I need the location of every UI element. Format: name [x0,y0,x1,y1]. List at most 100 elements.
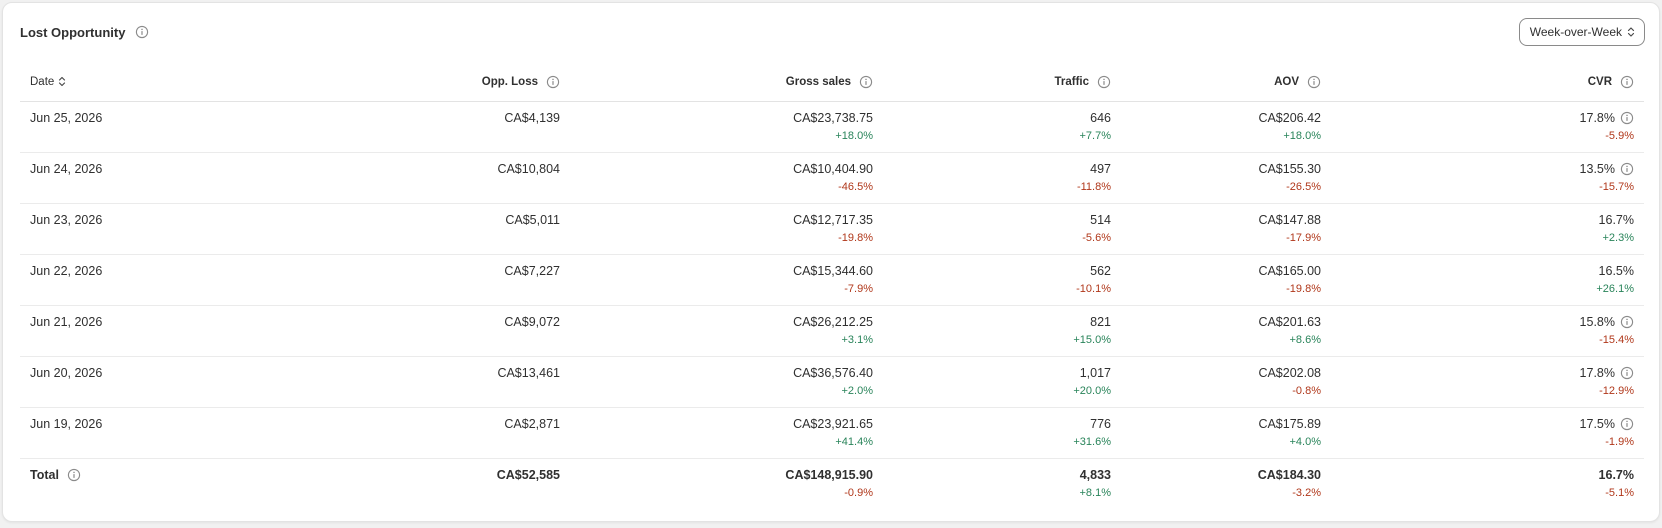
period-select-label: Week-over-Week [1529,25,1622,39]
row-aov: CA$155.30 [1258,161,1321,176]
aov-cell: CA$155.30 -26.5% [1121,152,1331,204]
card-header: Lost Opportunity Week-over-Week [20,17,1645,47]
cvr-cell: 16.5% +26.1% [1331,254,1644,306]
row-opp-loss: CA$4,139 [504,110,560,125]
table-row: Jun 19, 2026 CA$2,871 CA$23,921.65 +41.4… [20,407,1644,459]
column-header-gross-sales: Gross sales [570,63,883,102]
row-gross-sales-delta: +18.0% [835,129,873,142]
row-traffic-delta: -10.1% [1076,282,1111,295]
aov-cell: CA$206.42 +18.0% [1121,101,1331,153]
row-traffic: 497 [1090,161,1111,176]
lost-opportunity-table: Date Opp. Loss Gross sales Traffic AOV C… [20,63,1644,510]
info-icon[interactable] [546,75,560,89]
total-gross-sales-cell: CA$148,915.90 -0.9% [570,458,883,510]
column-header-label: Traffic [1054,75,1089,88]
total-opp-loss: CA$52,585 [496,467,560,482]
row-opp-loss: CA$13,461 [497,365,560,380]
total-gross-sales: CA$148,915.90 [785,467,873,482]
info-icon[interactable] [1620,75,1634,89]
total-row: Total CA$52,585 CA$148,915.90 -0.9% 4,83… [20,458,1644,510]
total-aov-cell: CA$184.30 -3.2% [1121,458,1331,510]
row-cvr: 16.5% [1598,263,1634,278]
row-cvr: 17.5% [1579,416,1615,431]
column-header-label: Gross sales [785,75,851,88]
aov-cell: CA$165.00 -19.8% [1121,254,1331,306]
row-opp-loss: CA$9,072 [504,314,560,329]
row-cvr: 15.8% [1579,314,1615,329]
row-cvr-wrap: 17.8% [1580,366,1634,381]
row-traffic: 776 [1090,416,1111,431]
cvr-cell: 15.8% -15.4% [1331,305,1644,357]
total-traffic-cell: 4,833 +8.1% [883,458,1121,510]
opp-loss-cell: CA$7,227 [310,254,570,306]
row-traffic-delta: -11.8% [1076,180,1111,193]
row-cvr-wrap: 17.8% [1580,111,1634,126]
cvr-cell: 17.5% -1.9% [1331,407,1644,459]
info-icon[interactable] [1620,417,1634,431]
date-cell: Jun 25, 2026 [20,101,310,153]
date-cell: Jun 19, 2026 [20,407,310,459]
column-header-label: Opp. Loss [481,75,538,88]
row-opp-loss: CA$7,227 [504,263,560,278]
period-select[interactable]: Week-over-Week [1518,18,1645,46]
row-gross-sales: CA$10,404.90 [793,161,873,176]
gross-sales-cell: CA$23,738.75 +18.0% [570,101,883,153]
gross-sales-cell: CA$26,212.25 +3.1% [570,305,883,357]
row-gross-sales-delta: -46.5% [838,180,873,193]
gross-sales-cell: CA$23,921.65 +41.4% [570,407,883,459]
table-row: Jun 23, 2026 CA$5,011 CA$12,717.35 -19.8… [20,203,1644,255]
date-cell: Jun 20, 2026 [20,356,310,408]
title-wrap: Lost Opportunity [20,25,149,40]
date-cell: Jun 21, 2026 [20,305,310,357]
info-icon[interactable] [859,75,873,89]
row-aov-delta: -0.8% [1292,384,1321,397]
total-traffic-delta: +8.1% [1079,486,1112,499]
opp-loss-cell: CA$10,804 [310,152,570,204]
info-icon[interactable] [67,468,81,482]
date-cell: Jun 23, 2026 [20,203,310,255]
column-header-label: CVR [1587,75,1612,88]
row-cvr-wrap: 15.8% [1580,315,1634,330]
total-cvr-delta: -5.1% [1605,486,1634,499]
row-cvr: 17.8% [1579,110,1615,125]
row-aov-delta: +18.0% [1283,129,1321,142]
opp-loss-cell: CA$5,011 [310,203,570,255]
table-row: Jun 22, 2026 CA$7,227 CA$15,344.60 -7.9%… [20,254,1644,306]
opp-loss-cell: CA$13,461 [310,356,570,408]
row-gross-sales-delta: -7.9% [844,282,873,295]
row-aov: CA$201.63 [1258,314,1321,329]
info-icon[interactable] [1620,315,1634,329]
row-traffic: 562 [1090,263,1111,278]
column-header-traffic: Traffic [883,63,1121,102]
info-icon[interactable] [1097,75,1111,89]
info-icon[interactable] [1620,162,1634,176]
total-opp-loss-cell: CA$52,585 [310,458,570,510]
column-header-date[interactable]: Date [20,63,310,102]
aov-cell: CA$202.08 -0.8% [1121,356,1331,408]
total-gross-sales-delta: -0.9% [844,486,873,499]
traffic-cell: 646 +7.7% [883,101,1121,153]
info-icon[interactable] [1307,75,1321,89]
traffic-cell: 1,017 +20.0% [883,356,1121,408]
row-gross-sales: CA$36,576.40 [793,365,873,380]
info-icon[interactable] [135,25,149,39]
total-aov: CA$184.30 [1257,467,1321,482]
row-traffic-delta: -5.6% [1082,231,1111,244]
card-title: Lost Opportunity [20,24,126,40]
date-cell: Jun 24, 2026 [20,152,310,204]
row-gross-sales: CA$23,921.65 [793,416,873,431]
traffic-cell: 776 +31.6% [883,407,1121,459]
aov-cell: CA$201.63 +8.6% [1121,305,1331,357]
row-gross-sales-delta: +2.0% [841,384,874,397]
row-gross-sales-delta: -19.8% [838,231,873,244]
sort-arrows-icon[interactable] [58,76,66,87]
row-aov: CA$206.42 [1258,110,1321,125]
info-icon[interactable] [1620,366,1634,380]
table-row: Jun 24, 2026 CA$10,804 CA$10,404.90 -46.… [20,152,1644,204]
row-gross-sales: CA$26,212.25 [793,314,873,329]
row-traffic-delta: +31.6% [1073,435,1111,448]
row-aov-delta: +4.0% [1289,435,1322,448]
row-traffic: 646 [1090,110,1111,125]
info-icon[interactable] [1620,111,1634,125]
row-cvr-wrap: 16.5% [1599,264,1634,279]
